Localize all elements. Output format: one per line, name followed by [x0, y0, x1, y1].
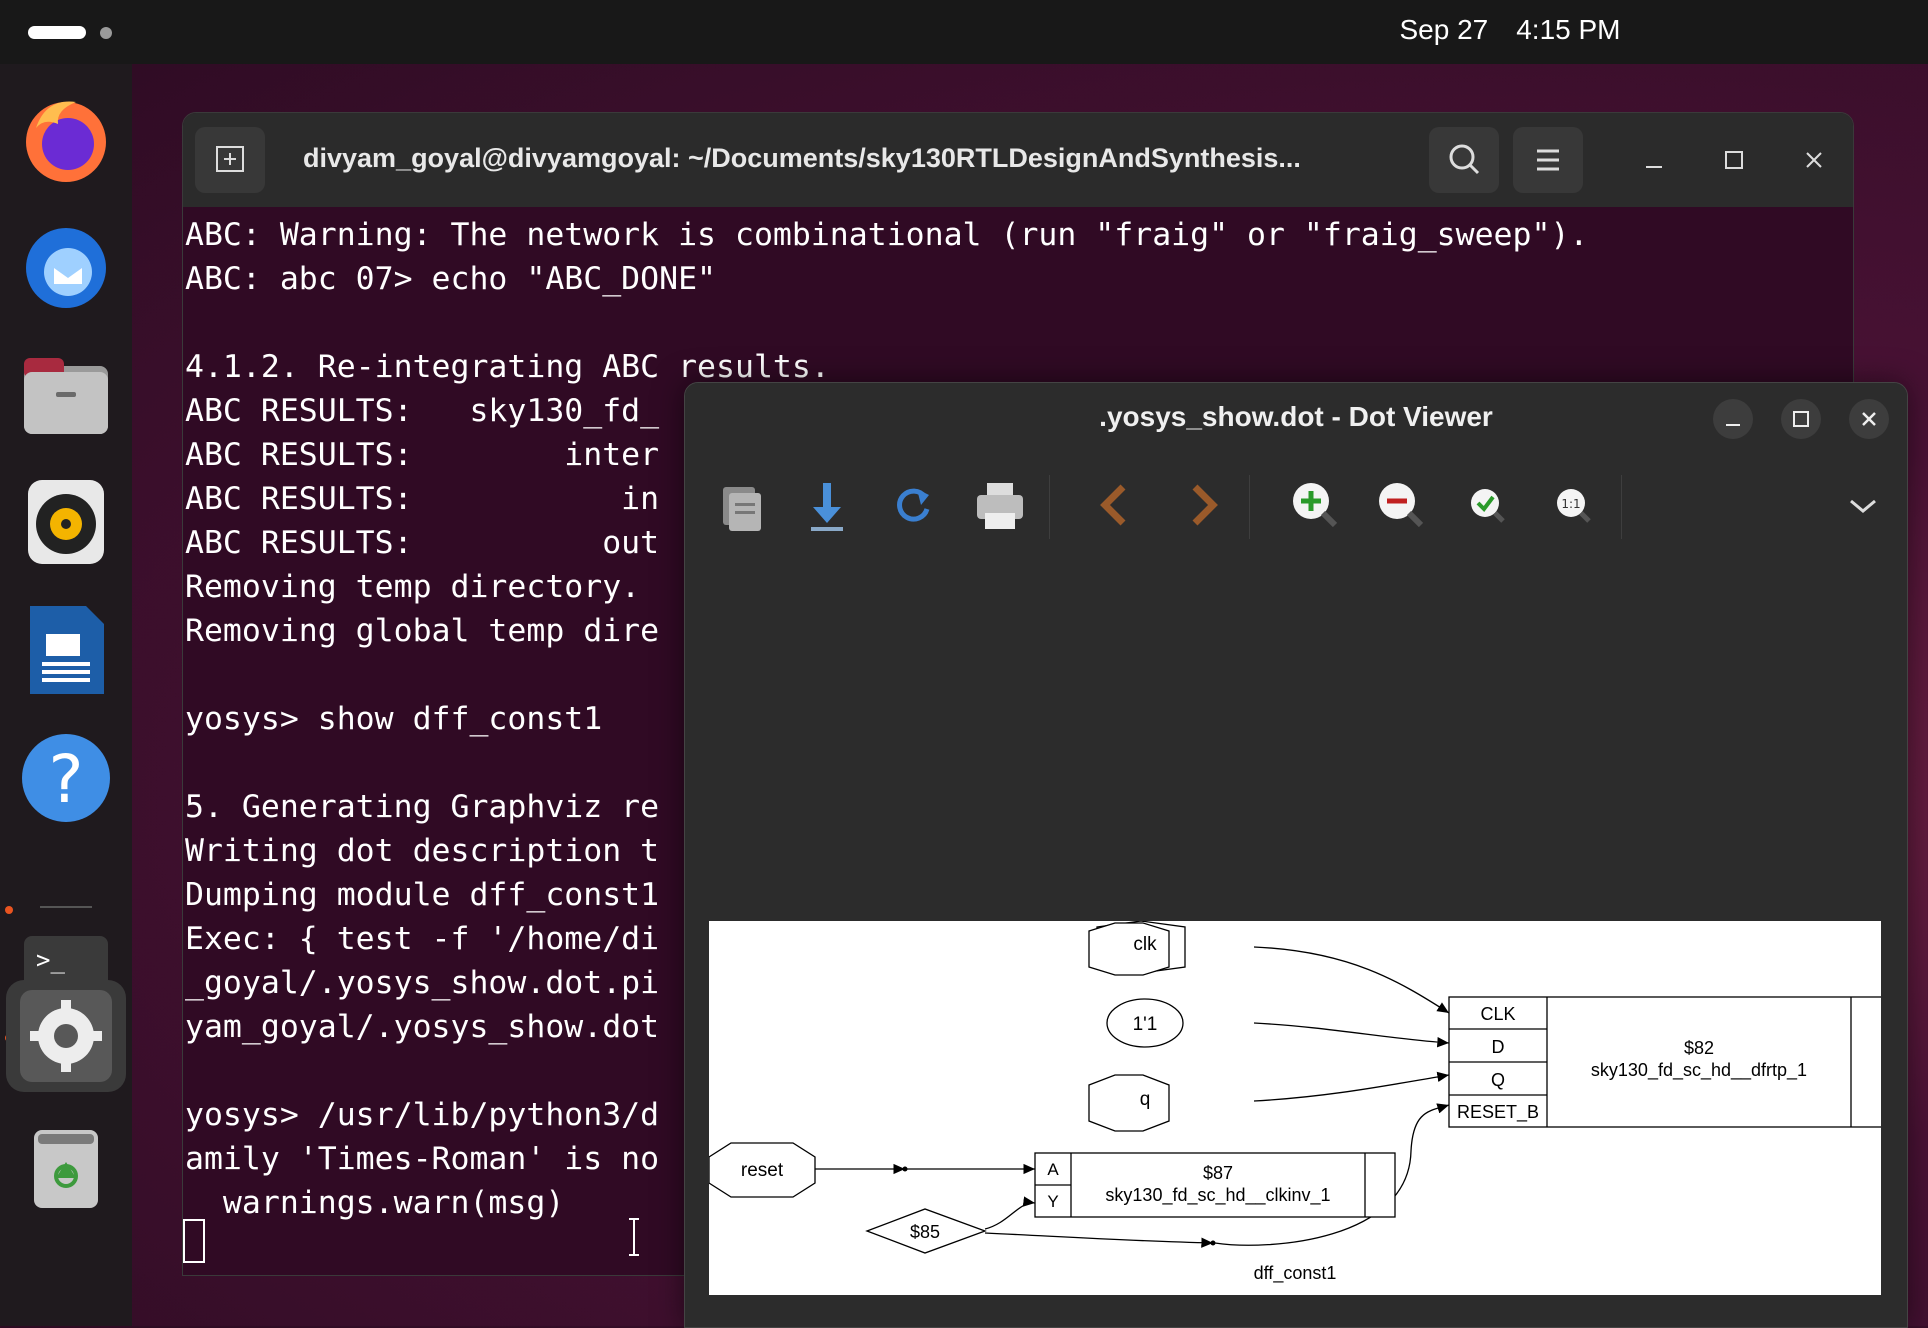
search-button[interactable]	[1429, 127, 1499, 193]
chevron-down-icon[interactable]	[1833, 475, 1893, 535]
close-button[interactable]	[1849, 399, 1889, 439]
dot-viewer-window[interactable]: .yosys_show.dot - Dot Viewer 1:1 clk 1'1…	[684, 382, 1908, 1328]
q-output-node[interactable]: q	[1088, 1074, 1170, 1132]
settings-icon[interactable]	[6, 980, 126, 1092]
dff-type-label: sky130_fd_sc_hd__dfrtp_1	[1591, 1060, 1807, 1081]
minimize-button[interactable]	[1637, 143, 1671, 177]
close-icon	[1806, 152, 1822, 168]
terminal-line: ABC: abc 07> echo "ABC_DONE"	[185, 261, 717, 297]
menu-button[interactable]	[1513, 127, 1583, 193]
minimize-icon	[1646, 166, 1662, 168]
hamburger-icon	[1537, 149, 1559, 171]
thunderbird-icon[interactable]	[16, 216, 116, 316]
dff-id-label: $82	[1684, 1038, 1714, 1058]
terminal-line: ABC: Warning: The network is combination…	[185, 217, 1589, 253]
date-label: Sep 27	[1399, 14, 1489, 45]
constant-label: 1'1	[1133, 1014, 1158, 1035]
inv-type-label: sky130_fd_sc_hd__clkinv_1	[1105, 1185, 1330, 1206]
wire-85-label: $85	[910, 1222, 940, 1242]
dfrtp-cell[interactable]: CLK D Q RESET_B $82 sky130_fd_sc_hd__dfr…	[1448, 996, 1881, 1128]
help-icon[interactable]: ?	[16, 728, 116, 828]
inv-port-a: A	[1047, 1160, 1059, 1179]
clkinv-cell[interactable]: A Y $87 sky130_fd_sc_hd__clkinv_1	[1034, 1152, 1396, 1218]
module-label: dff_const1	[1254, 1263, 1337, 1284]
files-icon[interactable]	[16, 344, 116, 444]
minimize-button[interactable]	[1713, 399, 1753, 439]
new-tab-button[interactable]	[195, 127, 265, 193]
clock[interactable]: Sep 27 4:15 PM	[1370, 14, 1650, 46]
inv-port-y: Y	[1047, 1192, 1058, 1211]
terminal-titlebar[interactable]: divyam_goyal@divyamgoyal: ~/Documents/sk…	[183, 113, 1853, 207]
reset-label: reset	[741, 1160, 784, 1181]
search-icon	[1449, 144, 1480, 175]
svg-text:1:1: 1:1	[1561, 497, 1580, 511]
clk-label: clk	[1133, 934, 1157, 955]
forward-icon[interactable]	[1173, 475, 1233, 535]
workspace-active-pill	[28, 26, 86, 39]
maximize-button[interactable]	[1717, 143, 1751, 177]
maximize-icon	[1725, 151, 1743, 169]
graph-canvas[interactable]: clk 1'1 q reset $85 A Y $87 sky130_fd_sc…	[709, 921, 1881, 1295]
open-file-icon[interactable]	[711, 475, 771, 535]
maximize-icon	[1793, 411, 1809, 427]
dock: ? >_	[0, 64, 132, 1326]
save-download-icon[interactable]	[797, 475, 857, 535]
close-icon	[1862, 412, 1876, 426]
rhythmbox-icon[interactable]	[16, 472, 116, 572]
writer-icon[interactable]	[16, 600, 116, 700]
dff-port-q: Q	[1491, 1070, 1505, 1090]
text-cursor-icon	[629, 1218, 639, 1256]
minimize-icon	[1726, 424, 1740, 426]
inv-id-label: $87	[1203, 1163, 1233, 1183]
dff-port-clk: CLK	[1480, 1004, 1515, 1024]
q-label: q	[1140, 1089, 1151, 1110]
maximize-button[interactable]	[1781, 399, 1821, 439]
terminal-title: divyam_goyal@divyamgoyal: ~/Documents/sk…	[303, 143, 1301, 173]
time-label: 4:15 PM	[1516, 14, 1621, 45]
running-indicator	[5, 906, 13, 914]
dff-port-reset-b: RESET_B	[1457, 1102, 1539, 1123]
top-bar: Sep 27 4:15 PM	[0, 0, 1928, 64]
reset-input-node[interactable]: reset	[709, 1142, 816, 1198]
zoom-out-icon[interactable]	[1371, 475, 1431, 535]
dff-port-d: D	[1492, 1037, 1505, 1057]
back-icon[interactable]	[1085, 475, 1145, 535]
dot-viewer-toolbar: 1:1	[685, 455, 1907, 555]
print-icon[interactable]	[969, 475, 1029, 535]
firefox-icon[interactable]	[16, 88, 116, 188]
close-button[interactable]	[1797, 143, 1831, 177]
reload-icon[interactable]	[883, 475, 943, 535]
zoom-100-icon[interactable]: 1:1	[1543, 475, 1603, 535]
clk-input-node[interactable]: clk	[1088, 921, 1186, 976]
constant-one-node[interactable]: 1'1	[1106, 998, 1184, 1048]
svg-text:>_: >_	[36, 946, 65, 974]
dock-separator	[40, 906, 92, 908]
wire-85-node[interactable]: $85	[865, 1208, 987, 1254]
activities-indicator[interactable]	[28, 22, 112, 40]
zoom-fit-icon[interactable]	[1457, 475, 1517, 535]
workspace-dot	[100, 27, 112, 39]
terminal-cursor	[183, 1219, 205, 1263]
zoom-in-icon[interactable]	[1285, 475, 1345, 535]
svg-text:?: ?	[48, 741, 83, 818]
dot-viewer-titlebar[interactable]: .yosys_show.dot - Dot Viewer	[685, 383, 1907, 455]
trash-icon[interactable]	[16, 1114, 116, 1214]
